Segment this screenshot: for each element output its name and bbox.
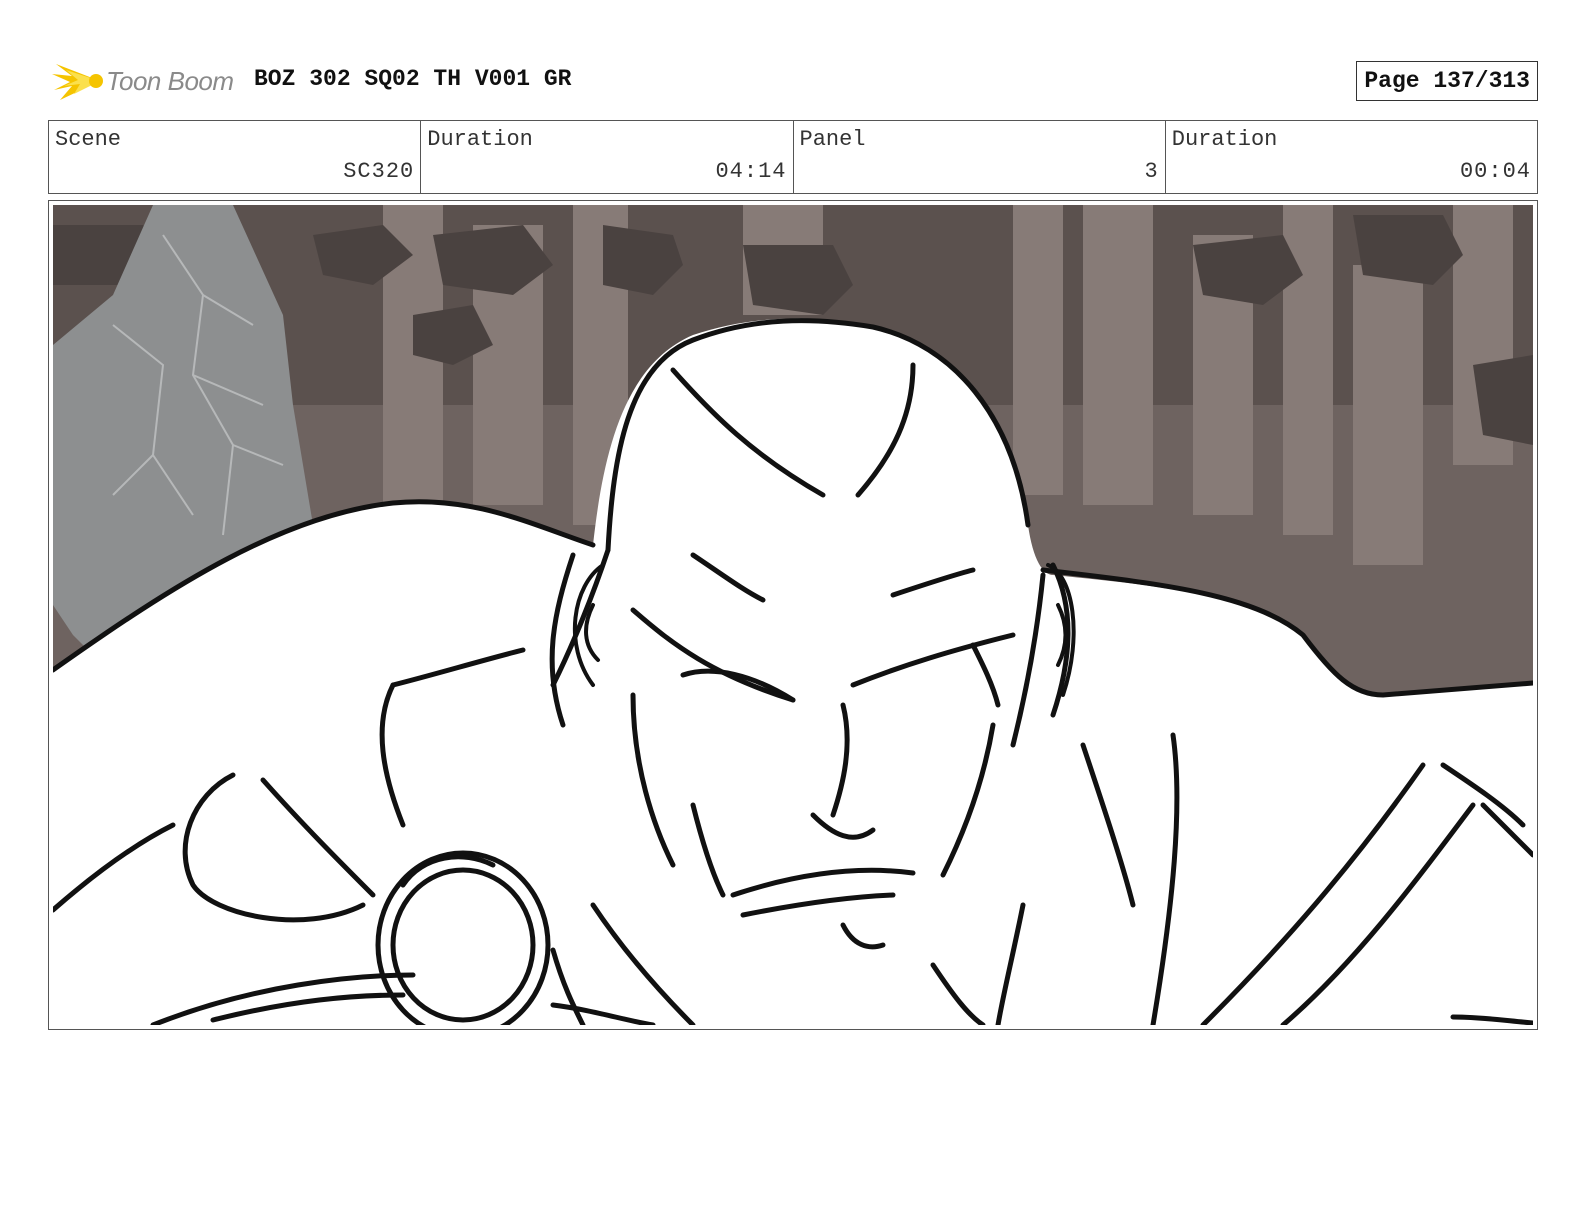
panel-duration-cell: Duration 00:04 <box>1166 121 1537 193</box>
panel-value: 3 <box>1144 159 1159 184</box>
page-number: Page 137/313 <box>1356 61 1538 101</box>
scene-duration-label: Duration <box>427 127 533 152</box>
document-title: BOZ 302 SQ02 TH V001 GR <box>254 66 572 92</box>
toon-boom-logo: Toon Boom <box>50 56 250 106</box>
scene-value: SC320 <box>343 159 415 184</box>
page-header: Toon Boom BOZ 302 SQ02 TH V001 GR Page 1… <box>48 56 1538 106</box>
logo-wordmark: Toon Boom <box>106 66 234 96</box>
panel-cell: Panel 3 <box>794 121 1166 193</box>
storyboard-panel <box>48 200 1538 1030</box>
panel-duration-label: Duration <box>1171 127 1278 152</box>
scene-duration-cell: Duration 04:14 <box>421 121 794 193</box>
scene-duration-value: 04:14 <box>715 159 787 184</box>
panel-artwork <box>53 205 1533 1025</box>
scene-cell: Scene SC320 <box>49 121 422 193</box>
scene-label: Scene <box>55 127 122 152</box>
panel-drawing <box>53 205 1533 1025</box>
panel-duration-value: 00:04 <box>1459 159 1531 184</box>
panel-label: Panel <box>799 127 866 152</box>
scene-info-table: Scene SC320 Duration 04:14 Panel 3 Durat… <box>48 120 1538 194</box>
starburst-icon <box>52 64 103 100</box>
